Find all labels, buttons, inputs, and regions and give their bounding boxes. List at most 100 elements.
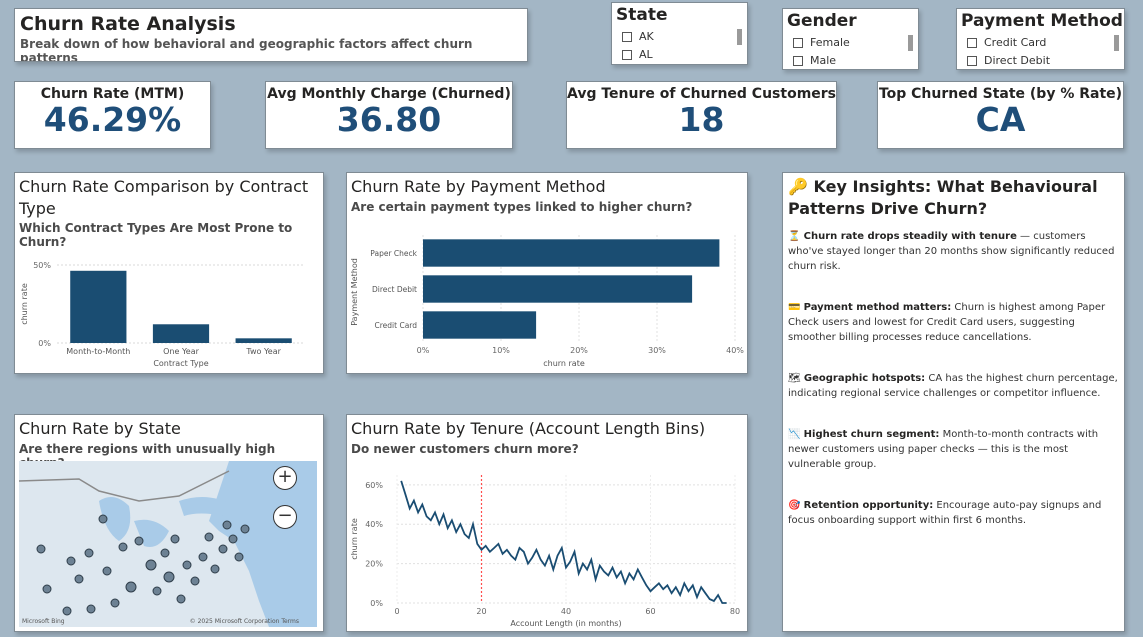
slicer-option-credit-card[interactable]: Credit Card (967, 36, 1124, 49)
map-canvas[interactable] (19, 461, 317, 627)
checkbox[interactable] (967, 37, 977, 48)
insight-item: 🗺 Geographic hotspots: CA has the highes… (788, 373, 1118, 400)
kpi-avg-monthly-charge-card: Avg Monthly Charge (Churned) 36.80 (265, 81, 513, 149)
kpi-avg-tenure-card: Avg Tenure of Churned Customers 18 (566, 81, 837, 149)
state-slicer[interactable]: State AK AL (611, 2, 748, 65)
state-slicer-title: State (616, 5, 668, 25)
slicer-option-male[interactable]: Male (793, 54, 918, 67)
series-line[interactable] (400, 480, 727, 604)
slicer-option-female[interactable]: Female (793, 36, 918, 49)
insights-title: 🔑 Key Insights: What Behavioural Pattern… (788, 177, 1098, 218)
slicer-scrollbar[interactable] (737, 29, 742, 45)
report-title-card: Churn Rate Analysis Break down of how be… (14, 8, 528, 62)
x-tick-label: 80 (730, 607, 740, 616)
state-map[interactable]: + − Microsoft Bing © 2025 Microsoft Corp… (19, 461, 317, 627)
map-copyright[interactable]: © 2025 Microsoft Corporation Terms (190, 618, 299, 625)
state-marker[interactable] (152, 586, 162, 596)
checkbox[interactable] (622, 31, 632, 42)
checkbox[interactable] (622, 49, 632, 60)
contract-type-chart-card[interactable]: Churn Rate Comparison by Contract Type W… (14, 172, 324, 374)
checkbox[interactable] (967, 55, 977, 66)
y-tick-label: 60% (365, 481, 383, 490)
state-marker[interactable] (98, 514, 108, 524)
state-marker[interactable] (240, 524, 250, 534)
y-tick-label: 0% (370, 599, 383, 608)
state-marker[interactable] (234, 552, 244, 562)
state-marker[interactable] (228, 534, 238, 544)
chart-decreasing-icon: 📉 (788, 429, 801, 441)
state-marker[interactable] (84, 548, 94, 558)
chart-subtitle: Are certain payment types linked to high… (351, 199, 693, 214)
x-tick-label: 60 (645, 607, 655, 616)
tenure-chart-card[interactable]: Churn Rate by Tenure (Account Length Bin… (346, 414, 748, 632)
x-axis-title: Contract Type (153, 359, 208, 368)
state-marker[interactable] (86, 604, 96, 614)
bar[interactable] (152, 324, 210, 343)
state-marker[interactable] (66, 556, 76, 566)
checkbox[interactable] (793, 37, 803, 48)
payment-method-bar-chart[interactable]: 0% 10% 20% 30% 40% Paper Check Direct Debit Cre… (347, 223, 747, 373)
state-marker[interactable] (134, 536, 144, 546)
credit-card-icon: 💳 (788, 302, 801, 314)
y-axis-title: Payment Method (350, 258, 359, 326)
chart-title: Churn Rate by Payment Method (351, 177, 606, 196)
slicer-scrollbar[interactable] (1114, 35, 1119, 51)
insight-item: 💳 Payment method matters: Churn is highe… (788, 302, 1106, 344)
payment-method-slicer[interactable]: Payment Method Credit Card Direct Debit (956, 8, 1125, 70)
contract-type-bar-chart[interactable]: 0% 50% Month-to-Month One Year Two Year Contr… (15, 245, 323, 374)
slicer-option-ak[interactable]: AK (622, 30, 747, 43)
y-tick-label: 0% (38, 339, 51, 348)
checkbox[interactable] (793, 55, 803, 66)
bar[interactable] (423, 275, 693, 303)
chart-title: Churn Rate by State (19, 419, 181, 438)
state-marker[interactable] (102, 566, 112, 576)
x-axis-title: Account Length (in months) (510, 619, 621, 628)
state-marker[interactable] (145, 559, 157, 571)
state-marker[interactable] (198, 552, 208, 562)
state-marker[interactable] (182, 560, 192, 570)
state-marker[interactable] (190, 576, 200, 586)
x-tick-label: 20% (570, 346, 588, 355)
bar[interactable] (70, 270, 127, 343)
zoom-out-button[interactable]: − (273, 505, 297, 529)
slicer-option-al[interactable]: AL (622, 48, 747, 61)
zoom-in-button[interactable]: + (273, 466, 297, 490)
bar[interactable] (423, 311, 537, 339)
kpi-top-churned-state-card: Top Churned State (by % Rate) CA (877, 81, 1124, 149)
state-marker[interactable] (42, 584, 52, 594)
insight-item: 📉 Highest churn segment: Month-to-month … (788, 429, 1099, 471)
state-marker[interactable] (160, 548, 170, 558)
hourglass-icon: ⏳ (788, 231, 801, 243)
y-tick-label: 20% (365, 560, 383, 569)
state-map-card[interactable]: Churn Rate by State Are there regions wi… (14, 414, 324, 632)
state-marker[interactable] (62, 606, 72, 616)
insight-item: 🎯 Retention opportunity: Encourage auto-… (788, 500, 1102, 527)
x-tick-label: Month-to-Month (66, 347, 130, 356)
state-marker[interactable] (163, 571, 175, 583)
gender-slicer-title: Gender (787, 11, 857, 31)
slicer-option-direct-debit[interactable]: Direct Debit (967, 54, 1124, 67)
y-tick-label: 40% (365, 520, 383, 529)
gender-slicer[interactable]: Gender Female Male (782, 8, 919, 70)
state-marker[interactable] (222, 520, 232, 530)
state-marker[interactable] (210, 564, 220, 574)
state-marker[interactable] (125, 581, 137, 593)
slicer-scrollbar[interactable] (908, 35, 913, 51)
state-marker[interactable] (176, 594, 186, 604)
state-marker[interactable] (110, 598, 120, 608)
state-marker[interactable] (218, 544, 228, 554)
state-marker[interactable] (170, 534, 180, 544)
payment-method-chart-card[interactable]: Churn Rate by Payment Method Are certain… (346, 172, 748, 374)
bar[interactable] (235, 338, 292, 343)
bar[interactable] (423, 239, 720, 267)
x-tick-label: 30% (648, 346, 666, 355)
map-icon: 🗺 (788, 373, 801, 385)
page-title: Churn Rate Analysis (20, 13, 236, 35)
bing-logo: Microsoft Bing (22, 618, 65, 625)
state-marker[interactable] (36, 544, 46, 554)
state-marker[interactable] (74, 574, 84, 584)
y-axis-title: churn rate (20, 283, 29, 325)
state-marker[interactable] (204, 532, 214, 542)
tenure-line-chart[interactable]: 0% 20% 40% 60% 0 20 40 60 80 Account Length (in m… (347, 463, 747, 632)
state-marker[interactable] (118, 542, 128, 552)
